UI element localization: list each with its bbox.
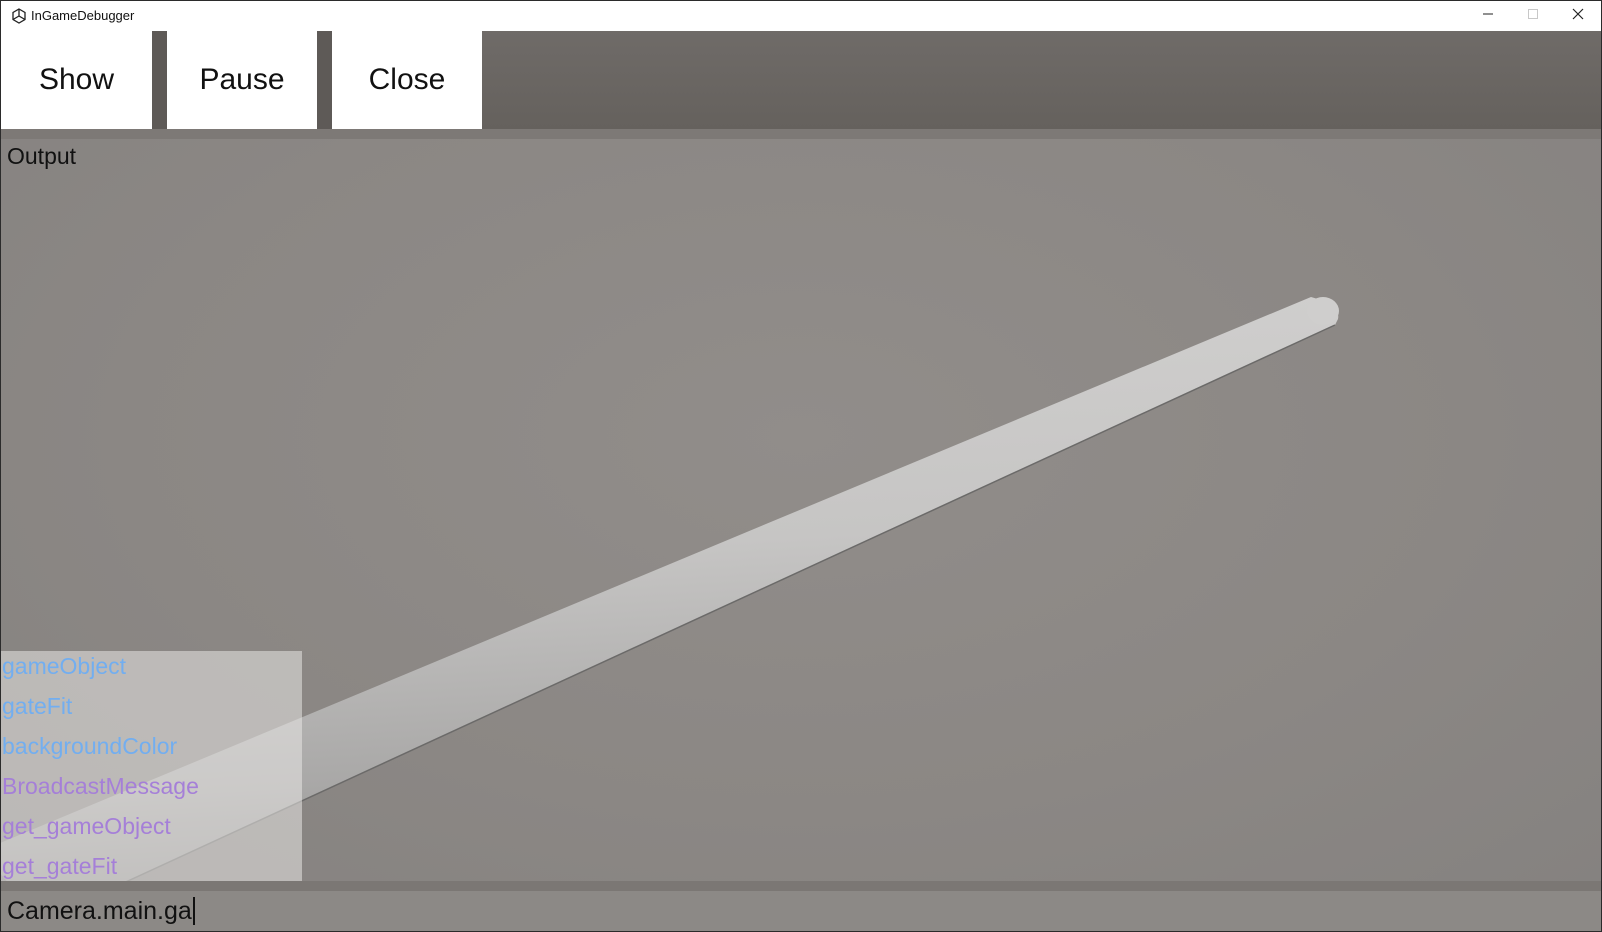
pause-button[interactable]: Pause <box>167 31 317 129</box>
game-scene-view: Output gameObject gateFit backgroundColo… <box>1 139 1601 891</box>
close-button[interactable]: Close <box>332 31 482 129</box>
suggestion-item[interactable]: gateFit <box>2 693 72 720</box>
text-caret <box>192 897 195 925</box>
maximize-button[interactable] <box>1510 1 1556 31</box>
minimize-button[interactable] <box>1465 1 1511 31</box>
suggestion-item[interactable]: get_gateFit <box>2 853 117 880</box>
toolbar-bottom-strip <box>1 129 1601 139</box>
autocomplete-list: gameObject gateFit backgroundColor Broad… <box>1 651 302 891</box>
app-window: InGameDebugger Show Pause Close Output g… <box>0 0 1602 932</box>
toolbar-divider <box>152 31 167 129</box>
unity-logo-icon <box>11 8 27 24</box>
close-icon <box>1572 7 1584 25</box>
show-button[interactable]: Show <box>1 31 152 129</box>
suggestion-item[interactable]: backgroundColor <box>2 733 177 760</box>
debugger-toolbar: Show Pause Close <box>1 31 1601 129</box>
suggestion-item[interactable]: get_gameObject <box>2 813 171 840</box>
maximize-icon <box>1527 7 1539 25</box>
suggestion-item[interactable]: gameObject <box>2 653 126 680</box>
input-top-strip <box>1 881 1601 891</box>
title-bar[interactable]: InGameDebugger <box>1 1 1601 31</box>
command-input[interactable]: Camera.main.ga <box>1 891 1601 931</box>
command-input-value: Camera.main.ga <box>7 896 192 925</box>
close-window-button[interactable] <box>1555 1 1601 31</box>
suggestion-item[interactable]: BroadcastMessage <box>2 773 199 800</box>
minimize-icon <box>1482 7 1494 25</box>
output-label: Output <box>7 143 77 169</box>
toolbar-divider <box>317 31 332 129</box>
window-title: InGameDebugger <box>31 8 135 23</box>
